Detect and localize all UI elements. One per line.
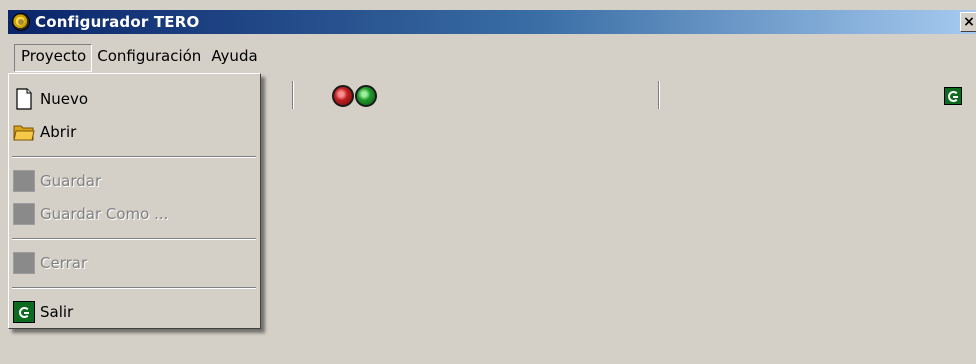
menu-item-label: Salir (40, 303, 74, 321)
save-as-icon (13, 203, 35, 225)
menu-item-salir[interactable]: Salir (12, 297, 256, 327)
menu-item-label: Guardar Como ... (40, 205, 169, 223)
menu-separator (12, 156, 256, 158)
save-icon (13, 170, 35, 192)
app-window: Configurador TERO × Proyecto Configuraci… (0, 0, 976, 364)
menu-item-label: Nuevo (40, 90, 89, 108)
menu-ayuda[interactable]: Ayuda (206, 44, 262, 72)
app-logo-icon (12, 13, 30, 31)
menu-configuracion[interactable]: Configuración (92, 44, 206, 72)
menu-separator (12, 287, 256, 289)
menu-item-abrir[interactable]: Abrir (12, 117, 256, 147)
green-light-icon (355, 85, 377, 107)
new-file-icon (16, 88, 32, 110)
proyecto-dropdown-menu: Nuevo Abrir Guardar Guardar Como ... Cer… (8, 73, 261, 329)
menu-item-guardar-como: Guardar Como ... (12, 199, 256, 229)
folder-open-icon (13, 125, 35, 141)
menu-separator (12, 238, 256, 240)
menu-item-label: Cerrar (40, 254, 88, 272)
menu-item-nuevo[interactable]: Nuevo (12, 84, 256, 114)
menu-proyecto[interactable]: Proyecto (14, 44, 93, 72)
exit-icon[interactable] (944, 87, 962, 105)
toolbar-separator (658, 81, 660, 109)
menu-item-guardar: Guardar (12, 166, 256, 196)
menu-item-label: Abrir (40, 123, 77, 141)
close-file-icon (13, 252, 35, 274)
menu-item-cerrar: Cerrar (12, 248, 256, 278)
close-window-button[interactable]: × (960, 12, 976, 32)
menu-bar: Proyecto Configuración Ayuda (8, 38, 976, 72)
toolbar-separator (292, 81, 294, 109)
red-light-icon (332, 85, 354, 107)
window-title: Configurador TERO (35, 13, 200, 31)
exit-icon (13, 301, 35, 323)
connection-status-lights[interactable] (332, 85, 392, 107)
title-bar[interactable]: Configurador TERO × (8, 10, 976, 34)
menu-item-label: Guardar (40, 172, 102, 190)
